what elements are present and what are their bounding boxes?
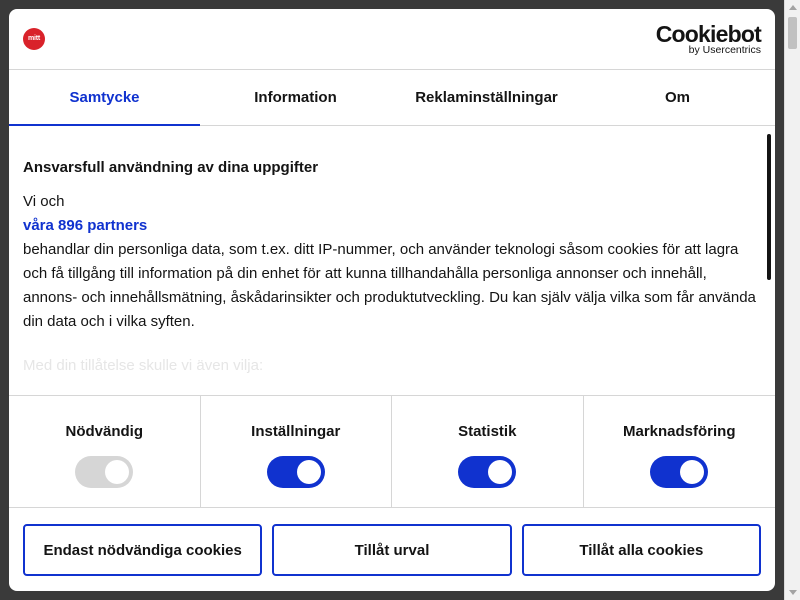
cookie-consent-dialog: mitt Cookiebot by Usercentrics Samtycke … [9, 9, 775, 591]
toggle-label-statistics: Statistik [458, 423, 517, 440]
content-title: Ansvarsfull användning av dina uppgifter [23, 159, 319, 176]
scroll-up-arrow-icon[interactable] [789, 5, 797, 10]
toggle-label-marketing: Marknadsföring [622, 423, 736, 440]
necessary-switch [75, 456, 134, 488]
publisher-logo: mitt [23, 28, 45, 50]
toggle-label-necessary: Nödvändig [65, 423, 144, 440]
switch-knob [296, 460, 321, 484]
partners-link[interactable]: våra 896 partners [23, 214, 759, 238]
dialog-header: mitt Cookiebot by Usercentrics [9, 9, 775, 70]
content-description: behandlar din personliga data, som t.ex.… [23, 241, 756, 330]
consent-toggles: Nödvändig Inställningar Statistik Markna… [9, 396, 775, 508]
toggle-label-preferences: Inställningar [251, 423, 341, 440]
statistics-switch[interactable] [458, 456, 517, 488]
allow-selection-button[interactable]: Tillåt urval [272, 524, 512, 576]
tab-om[interactable]: Om [582, 70, 773, 125]
content-intro: Vi och [23, 193, 65, 210]
tab-bar: Samtycke Information Reklaminställningar… [9, 70, 775, 126]
consent-buttons: Endast nödvändiga cookies Tillåt urval T… [9, 508, 775, 576]
content-faded-text: Med din tillåtelse skulle vi även vilja: [23, 357, 264, 374]
page-scrollbar[interactable] [784, 0, 800, 600]
toggle-cell-preferences: Inställningar [201, 396, 392, 507]
toggle-cell-necessary: Nödvändig [9, 396, 201, 507]
allow-all-button[interactable]: Tillåt alla cookies [521, 524, 761, 576]
content-body: Vi och våra 896 partners behandlar din p… [23, 190, 759, 334]
preferences-switch[interactable] [266, 456, 325, 488]
marketing-switch[interactable] [650, 456, 709, 488]
page-scroll-thumb[interactable] [788, 17, 797, 49]
switch-knob [680, 460, 705, 484]
toggle-cell-statistics: Statistik [392, 396, 584, 507]
cookiebot-brand-text: Cookiebot [655, 21, 762, 47]
switch-knob [488, 460, 513, 484]
content-scroll-thumb[interactable] [767, 134, 771, 280]
cookiebot-logo[interactable]: Cookiebot by Usercentrics [655, 21, 762, 56]
consent-content-panel: Ansvarsfull användning av dina uppgifter… [9, 126, 775, 396]
tab-samtycke[interactable]: Samtycke [9, 70, 200, 126]
toggle-cell-marketing: Marknadsföring [584, 396, 776, 507]
necessary-only-button[interactable]: Endast nödvändiga cookies [23, 524, 263, 576]
scroll-down-arrow-icon[interactable] [789, 590, 797, 595]
tab-information[interactable]: Information [200, 70, 391, 125]
tab-reklaminstallningar[interactable]: Reklaminställningar [391, 70, 582, 125]
switch-knob [105, 460, 130, 484]
